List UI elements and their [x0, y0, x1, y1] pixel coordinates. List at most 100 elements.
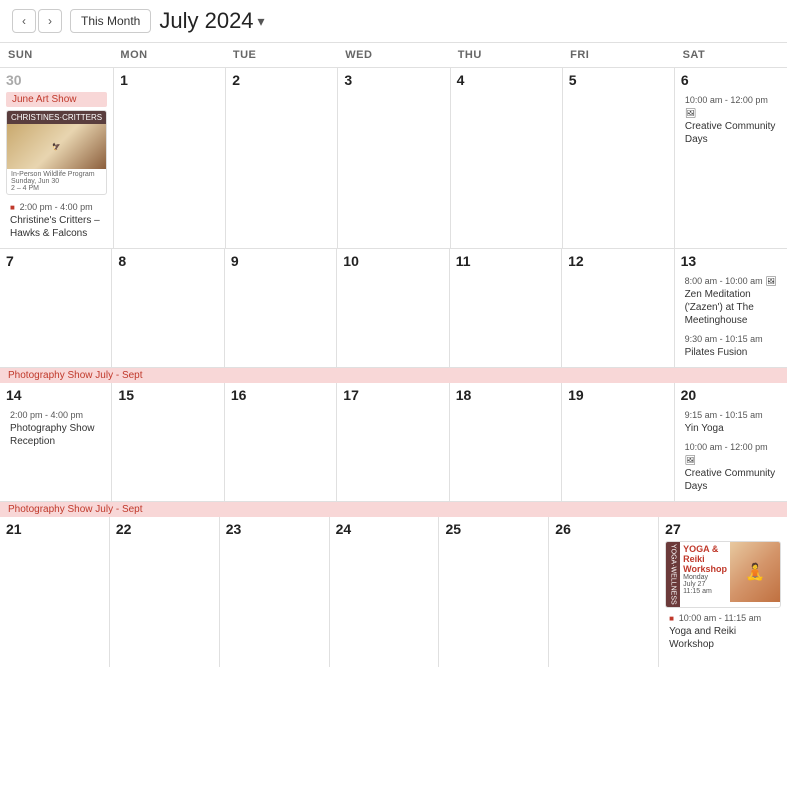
day-num-21: 21: [6, 521, 103, 537]
day-jul11: 11: [450, 249, 562, 367]
creative-icon-2: 🖼: [685, 455, 696, 465]
day-jul8: 8: [112, 249, 224, 367]
month-dropdown-caret: ▾: [258, 13, 265, 30]
card-image: 🦅: [7, 124, 106, 169]
month-title[interactable]: July 2024 ▾: [159, 8, 264, 34]
zen-meditation-event[interactable]: 8:00 am - 10:00 am 🖼 Zen Meditation ('Za…: [681, 273, 781, 329]
day-jul7: 7: [0, 249, 112, 367]
header-tue: TUE: [225, 43, 337, 67]
yoga-reiki-card[interactable]: YOGA·WELLNESS YOGA & Reiki Workshop Mond…: [665, 541, 781, 608]
critters-event[interactable]: ■ 2:00 pm - 4:00 pm Christine's Critters…: [6, 199, 107, 242]
prev-button[interactable]: ‹: [12, 9, 36, 33]
creative-community-event-1[interactable]: 10:00 am - 12:00 pm 🖼 Creative Community…: [681, 92, 781, 148]
yoga-card-text: YOGA & Reiki Workshop MondayJuly 2711:15…: [680, 542, 730, 607]
day-jul10: 10: [337, 249, 449, 367]
day-jul16: 16: [225, 383, 337, 501]
day-num-6: 6: [681, 72, 781, 88]
day-num-4: 4: [457, 72, 556, 88]
nav-buttons: ‹ ›: [12, 9, 62, 33]
day-jul17: 17: [337, 383, 449, 501]
day-num-5: 5: [569, 72, 668, 88]
day-jul12: 12: [562, 249, 674, 367]
photo-show-banner-2[interactable]: Photography Show July - Sept: [0, 502, 787, 517]
day-num-11: 11: [456, 253, 555, 269]
week-2-days: 7 8 9 10 11 12 13 8:00 am - 10:00 am 🖼: [0, 249, 787, 367]
creative-community-event-2[interactable]: 10:00 am - 12:00 pm 🖼 Creative Community…: [681, 439, 781, 495]
day-num-23: 23: [226, 521, 323, 537]
day-num-2: 2: [232, 72, 331, 88]
day-headers-row: SUN MON TUE WED THU FRI SAT: [0, 43, 787, 68]
day-jul14: 14 2:00 pm - 4:00 pm Photography Show Re…: [0, 383, 112, 501]
day-jul20: 20 9:15 am - 10:15 am Yin Yoga 10:00 am …: [675, 383, 787, 501]
day-jul25: 25: [439, 517, 549, 667]
day-jul6[interactable]: 6 10:00 am - 12:00 pm 🖼 Creative Communi…: [675, 68, 787, 248]
day-num-9: 9: [231, 253, 330, 269]
photo-reception-title: Photography Show Reception: [10, 423, 95, 447]
photo-reception-event[interactable]: 2:00 pm - 4:00 pm Photography Show Recep…: [6, 407, 105, 450]
creative-title-2: Creative Community Days: [685, 468, 776, 492]
day-jun30: 30 June Art Show CHRISTINES·CRITTERS 🦅 I…: [0, 68, 114, 248]
day-jul2: 2: [226, 68, 338, 248]
card-header: CHRISTINES·CRITTERS: [7, 111, 106, 124]
day-jul18: 18: [450, 383, 562, 501]
day-num-20: 20: [681, 387, 781, 403]
pilates-time: 9:30 am - 10:15 am: [685, 334, 763, 344]
yoga-time: 10:00 am - 11:15 am: [679, 613, 761, 623]
pilates-event[interactable]: 9:30 am - 10:15 am Pilates Fusion: [681, 331, 781, 361]
creative-icon-1: 🖼: [685, 108, 696, 118]
day-num-14: 14: [6, 387, 105, 403]
yoga-red-dot-icon: ■: [669, 614, 674, 623]
day-jul4: 4: [451, 68, 563, 248]
week-1: 30 June Art Show CHRISTINES·CRITTERS 🦅 I…: [0, 68, 787, 249]
calendar-header: ‹ › This Month July 2024 ▾: [0, 0, 787, 43]
day-num-16: 16: [231, 387, 330, 403]
yin-yoga-event[interactable]: 9:15 am - 10:15 am Yin Yoga: [681, 407, 781, 437]
day-jul3: 3: [338, 68, 450, 248]
header-wed: WED: [337, 43, 449, 67]
critters-event-card[interactable]: CHRISTINES·CRITTERS 🦅 In-Person Wildlife…: [6, 110, 107, 195]
day-num-1: 1: [120, 72, 219, 88]
day-jul24: 24: [330, 517, 440, 667]
day-jul27: 27 YOGA·WELLNESS YOGA & Reiki Workshop M…: [659, 517, 787, 667]
yin-yoga-time: 9:15 am - 10:15 am: [685, 410, 763, 420]
yoga-reiki-event[interactable]: ■ 10:00 am - 11:15 am Yoga and Reiki Wor…: [665, 610, 781, 653]
week-3-days: 14 2:00 pm - 4:00 pm Photography Show Re…: [0, 383, 787, 501]
day-num-17: 17: [343, 387, 442, 403]
photo-reception-time: 2:00 pm - 4:00 pm: [10, 410, 83, 420]
day-jul13: 13 8:00 am - 10:00 am 🖼 Zen Meditation (…: [675, 249, 787, 367]
creative-time-2: 10:00 am - 12:00 pm: [685, 442, 768, 452]
header-sat: SAT: [675, 43, 787, 67]
yoga-title: Yoga and Reiki Workshop: [669, 626, 736, 650]
day-jul22: 22: [110, 517, 220, 667]
day-jul26: 26: [549, 517, 659, 667]
day-jul21: 21: [0, 517, 110, 667]
day-num-25: 25: [445, 521, 542, 537]
day-num-27: 27: [665, 521, 781, 537]
this-month-button[interactable]: This Month: [70, 9, 151, 33]
yoga-card-inner: YOGA·WELLNESS YOGA & Reiki Workshop Mond…: [666, 542, 780, 607]
day-num-24: 24: [336, 521, 433, 537]
calendar-app: ‹ › This Month July 2024 ▾ SUN MON TUE W…: [0, 0, 787, 667]
creative-time-1: 10:00 am - 12:00 pm: [685, 95, 768, 105]
photo-show-banner-1[interactable]: Photography Show July - Sept: [0, 368, 787, 383]
day-num-13: 13: [681, 253, 781, 269]
pilates-title: Pilates Fusion: [685, 347, 748, 358]
day-jul19: 19: [562, 383, 674, 501]
week-3: Photography Show July - Sept 14 2:00 pm …: [0, 368, 787, 502]
day-num-30: 30: [6, 72, 107, 88]
june-art-show-banner[interactable]: June Art Show: [6, 92, 107, 107]
zen-time: 8:00 am - 10:00 am: [685, 276, 763, 286]
week-2: 7 8 9 10 11 12 13 8:00 am - 10:00 am 🖼: [0, 249, 787, 368]
day-num-3: 3: [344, 72, 443, 88]
critters-time: 2:00 pm - 4:00 pm: [20, 202, 93, 212]
day-num-22: 22: [116, 521, 213, 537]
day-num-18: 18: [456, 387, 555, 403]
day-jul23: 23: [220, 517, 330, 667]
yin-yoga-title: Yin Yoga: [685, 423, 724, 434]
day-num-8: 8: [118, 253, 217, 269]
next-button[interactable]: ›: [38, 9, 62, 33]
day-jul5: 5: [563, 68, 675, 248]
card-body: In-Person Wildlife ProgramSunday, Jun 30…: [7, 169, 106, 194]
critters-title: Christine's Critters – Hawks & Falcons: [10, 215, 100, 239]
yoga-card-date: MondayJuly 2711:15 am: [683, 574, 727, 595]
